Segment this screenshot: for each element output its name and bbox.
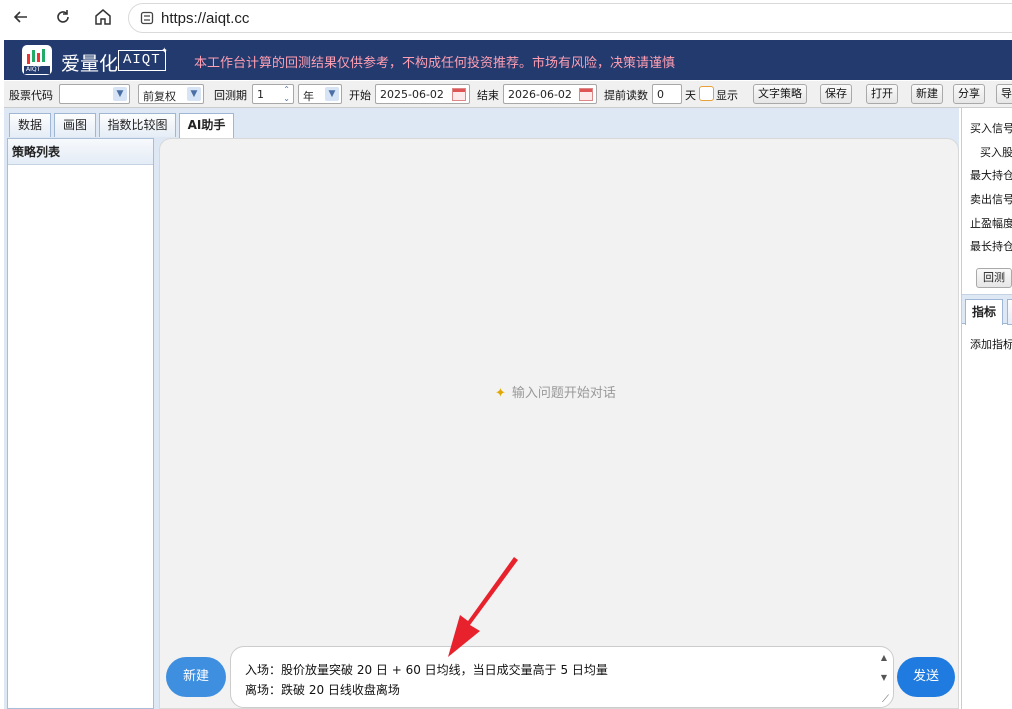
preread-label: 提前读数 (604, 89, 648, 102)
show-label: 显示 (716, 89, 738, 102)
scroll-down-icon[interactable]: ▼ (881, 673, 887, 682)
site-info-icon[interactable] (139, 10, 155, 29)
buy-stock-label: 买入股 (980, 146, 1012, 159)
chat-empty-hint: 输入问题开始对话 (511, 386, 616, 401)
sell-signal-label: 卖出信号 (970, 193, 1012, 206)
calendar-icon[interactable] (452, 88, 466, 101)
toolbar: 股票代码 ▼ 前复权 ▼ 回测期 1 ⌃ ⌄ 年 ▼ 开始 2025-06-02 … (4, 81, 1012, 108)
period-value: 1 (257, 88, 264, 101)
text-strategy-button[interactable]: 文字策略 (753, 84, 807, 104)
period-unit-select[interactable]: 年 ▼ (298, 84, 342, 104)
sparkle-icon: ✦ (495, 386, 506, 401)
tab-indicator[interactable]: 指标 (965, 299, 1003, 325)
max-hold-label: 最长持仓 (970, 240, 1012, 253)
preread-unit: 天 (685, 89, 696, 102)
new-chat-button[interactable]: 新建 (166, 657, 226, 697)
add-indicator-label[interactable]: 添加指标 (970, 336, 1012, 352)
end-date-value: 2026-06-02 (508, 88, 572, 101)
tab-secondary[interactable] (1007, 299, 1012, 325)
strategy-list-panel: 策略列表 (7, 138, 154, 709)
max-position-label: 最大持仓 (970, 169, 1012, 182)
start-date-input[interactable]: 2025-06-02 (375, 84, 470, 104)
start-label: 开始 (349, 89, 371, 102)
chat-input-line: 入场：股价放量突破 20 日 + 60 日均线，当日成交量高于 5 日均量 (245, 663, 608, 677)
chat-input[interactable]: 入场：股价放量突破 20 日 + 60 日均线，当日成交量高于 5 日均量 离场… (230, 646, 894, 708)
stock-code-select[interactable]: ▼ (59, 84, 130, 104)
address-bar[interactable]: https://aiqt.cc (128, 3, 1012, 33)
home-icon[interactable] (92, 6, 114, 28)
scroll-up-icon[interactable]: ▲ (881, 653, 887, 662)
brand-abbrev: AIQT (118, 50, 166, 71)
chat-area: ✦ 输入问题开始对话 新建 入场：股价放量突破 20 日 + 60 日均线，当日成… (159, 138, 959, 709)
url-text: https://aiqt.cc (161, 10, 250, 27)
period-stepper[interactable]: 1 ⌃ ⌄ (252, 84, 294, 104)
new-button[interactable]: 新建 (911, 84, 943, 104)
adjust-select[interactable]: 前复权 ▼ (138, 84, 204, 104)
tab-data[interactable]: 数据 (9, 113, 51, 137)
chat-empty-state: ✦ 输入问题开始对话 (495, 382, 616, 401)
chevron-down-icon: ▼ (113, 87, 127, 101)
buy-signal-label: 买入信号 (970, 122, 1012, 135)
end-label: 结束 (477, 89, 499, 102)
brand-name: 爱量化 (61, 53, 119, 75)
logo-text: AIQT (26, 66, 41, 73)
share-button[interactable]: 分享 (953, 84, 985, 104)
logo: AIQT (22, 45, 52, 75)
period-label: 回测期 (214, 89, 247, 102)
tab-draw[interactable]: 画图 (54, 113, 96, 137)
export-button[interactable]: 导 (996, 84, 1012, 104)
show-checkbox[interactable] (699, 86, 714, 101)
calendar-icon[interactable] (579, 88, 593, 101)
right-settings-panel: 买入信号 买入股 最大持仓 卖出信号 止盈幅度 最长持仓 回测 指标 添加指标 (961, 108, 1012, 709)
spin-arrows-icon[interactable]: ⌃ ⌄ (283, 85, 290, 103)
disclaimer-text: 本工作台计算的回测结果仅供参考，不构成任何投资推荐。市场有风险，决策请谨慎 (194, 56, 676, 71)
start-date-value: 2025-06-02 (380, 88, 444, 101)
chat-input-line: 离场：跌破 20 日线收盘离场 (245, 683, 400, 697)
preread-value: 0 (657, 88, 664, 101)
chevron-down-icon: ▼ (187, 87, 201, 101)
strategy-list-title: 策略列表 (8, 139, 153, 165)
open-button[interactable]: 打开 (866, 84, 898, 104)
app-header: AIQT 爱量化 AIQT ✦ 本工作台计算的回测结果仅供参考，不构成任何投资推… (4, 40, 1012, 80)
end-date-input[interactable]: 2026-06-02 (503, 84, 597, 104)
star-icon: ✦ (161, 46, 168, 55)
browser-toolbar: https://aiqt.cc (0, 0, 1012, 36)
adjust-value: 前复权 (143, 90, 176, 103)
right-tabbar: 指标 (962, 294, 1012, 325)
send-button[interactable]: 发送 (897, 657, 955, 697)
take-profit-label: 止盈幅度 (970, 217, 1012, 230)
tab-ai-assistant[interactable]: AI助手 (179, 113, 234, 139)
reload-icon[interactable] (52, 6, 74, 28)
tab-index-compare[interactable]: 指数比较图 (99, 113, 176, 137)
resize-grip-icon[interactable]: ⟋ (882, 694, 889, 705)
preread-input[interactable]: 0 (652, 84, 682, 104)
main-area: 数据 画图 指数比较图 AI助手 策略列表 ✦ 输入问题开始对话 新建 入场：股价… (4, 108, 959, 709)
stock-code-label: 股票代码 (9, 89, 53, 102)
backtest-button[interactable]: 回测 (976, 268, 1012, 288)
chevron-down-icon: ▼ (325, 87, 339, 101)
back-icon[interactable] (10, 6, 32, 28)
period-unit-value: 年 (303, 90, 314, 103)
save-button[interactable]: 保存 (820, 84, 852, 104)
